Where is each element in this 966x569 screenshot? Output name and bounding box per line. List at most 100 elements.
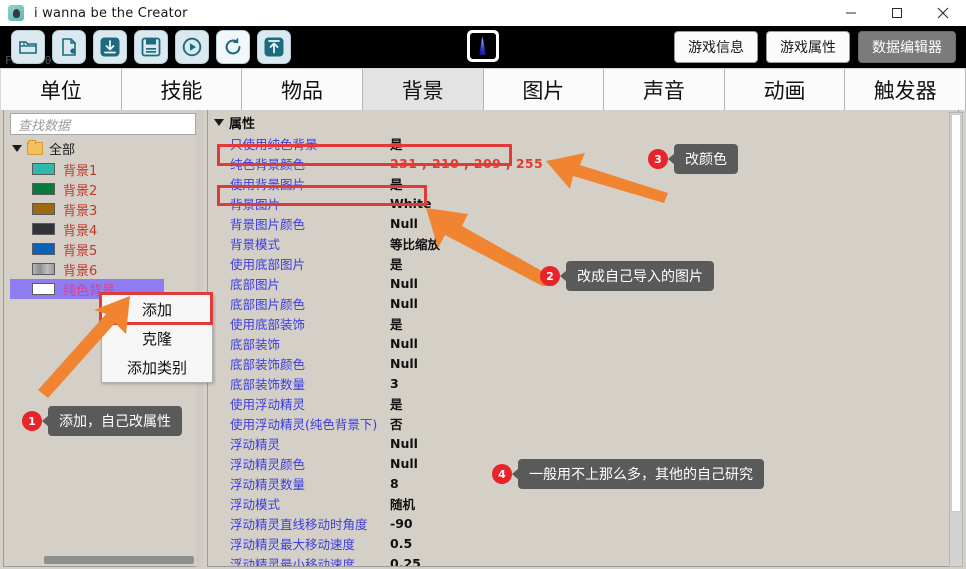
table-row[interactable]: 背景图片颜色 Null [208, 213, 958, 233]
annotation-text: 一般用不上那么多，其他的自己研究 [512, 459, 764, 489]
property-value[interactable]: 是 [390, 174, 403, 193]
tree-item-background5[interactable]: 背景5 [10, 239, 200, 259]
save-disk-icon[interactable] [134, 30, 168, 64]
property-value[interactable]: -90 [390, 516, 413, 531]
color-swatch [32, 183, 55, 195]
table-row[interactable]: 浮动模式 随机 [208, 493, 958, 513]
open-folder-icon[interactable] [11, 30, 45, 64]
table-row[interactable]: 底部装饰颜色 Null [208, 353, 958, 373]
data-editor-button[interactable]: 数据编辑器 [858, 31, 956, 63]
property-value[interactable]: Null [390, 356, 418, 371]
property-name: 只使用纯色背景 [230, 136, 318, 152]
annotation-text: 改颜色 [668, 144, 738, 174]
property-name: 使用浮动精灵 [230, 396, 306, 412]
upload-icon[interactable] [257, 30, 291, 64]
property-panel-scrollbar[interactable] [949, 112, 963, 567]
annotation-callout-1: 1 添加，自己改属性 [22, 406, 182, 436]
tab-units[interactable]: 单位 [0, 68, 122, 111]
property-value[interactable]: Null [390, 276, 418, 291]
tab-sounds[interactable]: 声音 [604, 68, 725, 111]
maximize-button[interactable] [874, 0, 920, 26]
property-value[interactable]: 随机 [390, 494, 415, 513]
tree-item-background1[interactable]: 背景1 [10, 159, 200, 179]
tree-item-background6[interactable]: 背景6 [10, 259, 200, 279]
close-button[interactable] [920, 0, 966, 26]
property-name: 纯色背景颜色 [230, 156, 306, 172]
property-value[interactable]: Null [390, 336, 418, 351]
table-row[interactable]: 使用底部装饰 是 [208, 313, 958, 333]
table-row[interactable]: 浮动精灵 Null [208, 433, 958, 453]
property-value[interactable]: 8 [390, 476, 399, 491]
table-row[interactable]: 底部装饰 Null [208, 333, 958, 353]
annotation-callout-2: 2 改成自己导入的图片 [540, 261, 714, 291]
property-value[interactable]: Null [390, 216, 418, 231]
tree-root-all[interactable]: 全部 [10, 140, 200, 158]
main-toolbar: FPS: 60 [0, 26, 966, 68]
tree-item-background2[interactable]: 背景2 [10, 179, 200, 199]
table-row[interactable]: 使用浮动精灵 是 [208, 393, 958, 413]
property-name: 底部装饰颜色 [230, 356, 306, 372]
table-row[interactable]: 使用浮动精灵(纯色背景下) 否 [208, 413, 958, 433]
annotation-badge: 4 [492, 464, 512, 484]
chevron-down-icon[interactable] [12, 145, 22, 152]
property-value[interactable]: 是 [390, 394, 403, 413]
refresh-icon[interactable] [216, 30, 250, 64]
tree-item-label: 背景2 [63, 183, 98, 199]
property-value[interactable]: 是 [390, 134, 403, 153]
table-row[interactable]: 浮动精灵最大移动速度 0.5 [208, 533, 958, 553]
scrollbar-thumb[interactable] [951, 114, 961, 512]
property-name: 底部装饰 [230, 336, 281, 352]
property-value[interactable]: Null [390, 296, 418, 311]
play-circle-icon[interactable] [175, 30, 209, 64]
tab-images[interactable]: 图片 [483, 68, 605, 111]
window-title: i wanna be the Creator [34, 5, 188, 21]
annotation-badge: 2 [540, 266, 560, 286]
table-row[interactable]: 浮动精灵直线移动时角度 -90 [208, 513, 958, 533]
download-icon[interactable] [93, 30, 127, 64]
property-value[interactable]: 否 [390, 414, 403, 433]
table-row[interactable]: 背景模式 等比缩放 [208, 233, 958, 253]
tree-item-label: 背景6 [63, 263, 98, 279]
chevron-down-icon[interactable] [214, 118, 224, 126]
property-name: 底部图片 [230, 276, 281, 292]
property-value[interactable]: 是 [390, 314, 403, 333]
property-value[interactable]: Null [390, 456, 418, 471]
background-tree: 全部 背景1 背景2 背景3 背景4 背景5 背景6 纯色背景 [10, 140, 200, 299]
property-name: 使用背景图片 [230, 176, 306, 192]
sidebar-horizontal-scrollbar[interactable] [44, 556, 194, 564]
color-swatch [32, 203, 55, 215]
property-value[interactable]: 0.25 [390, 556, 421, 567]
table-row[interactable]: 底部图片颜色 Null [208, 293, 958, 313]
tree-item-label: 背景3 [63, 203, 98, 219]
tab-animations[interactable]: 动画 [724, 68, 846, 111]
color-swatch [32, 163, 55, 175]
tab-backgrounds[interactable]: 背景 [362, 68, 484, 111]
search-input[interactable]: 查找数据 [10, 113, 196, 135]
property-value[interactable]: 0.5 [390, 536, 412, 551]
game-info-button[interactable]: 游戏信息 [674, 31, 758, 63]
property-name: 浮动精灵最小移动速度 [230, 556, 356, 567]
tree-item-background3[interactable]: 背景3 [10, 199, 200, 219]
property-value[interactable]: 3 [390, 376, 399, 391]
game-preview-icon[interactable] [467, 30, 499, 62]
property-panel-header[interactable]: 属性 [212, 113, 958, 132]
new-document-icon[interactable] [52, 30, 86, 64]
table-row[interactable]: 浮动精灵最小移动速度 0.25 [208, 553, 958, 567]
annotation-text: 添加，自己改属性 [42, 406, 182, 436]
tab-items[interactable]: 物品 [242, 68, 363, 111]
toolbar-right-buttons: 游戏信息 游戏属性 数据编辑器 [674, 31, 956, 63]
game-properties-button[interactable]: 游戏属性 [766, 31, 850, 63]
table-row[interactable]: 底部装饰数量 3 [208, 373, 958, 393]
tree-item-label: 背景5 [63, 243, 98, 259]
tree-item-background4[interactable]: 背景4 [10, 219, 200, 239]
property-name: 浮动精灵直线移动时角度 [230, 516, 368, 532]
minimize-button[interactable] [828, 0, 874, 26]
tab-skills[interactable]: 技能 [121, 68, 243, 111]
property-name: 使用底部图片 [230, 256, 306, 272]
property-name: 浮动精灵颜色 [230, 456, 306, 472]
tab-triggers[interactable]: 触发器 [845, 68, 966, 111]
property-value[interactable]: 231 , 210 , 209 , 255 [390, 156, 543, 171]
app-icon [8, 5, 24, 21]
property-value[interactable]: 是 [390, 254, 403, 273]
property-value[interactable]: Null [390, 436, 418, 451]
